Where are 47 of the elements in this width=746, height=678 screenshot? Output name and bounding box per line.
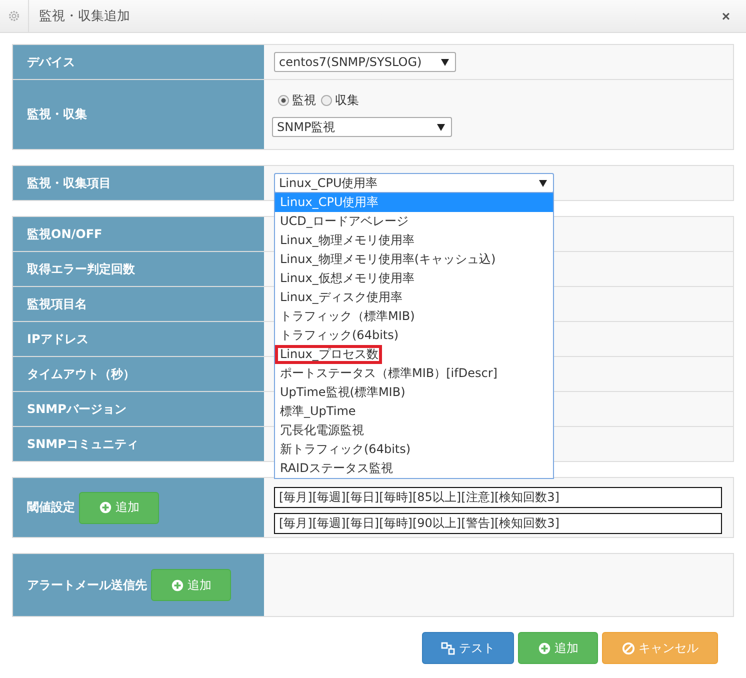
field-label: タイムアウト（秒） xyxy=(27,366,135,382)
field-label: アラートメール送信先 xyxy=(27,576,147,594)
dropdown-option[interactable]: Linux_物理メモリ使用率 xyxy=(275,231,553,250)
dropdown-option[interactable]: Linux_物理メモリ使用率(キャッシュ込) xyxy=(275,250,553,269)
caret-icon xyxy=(437,124,445,130)
radio-button[interactable] xyxy=(278,95,289,106)
caret-icon xyxy=(539,180,547,186)
dropdown-option[interactable]: Linux_プロセス数 xyxy=(275,345,382,364)
field-label: 監視・収集項目 xyxy=(27,174,111,192)
field-label: SNMPバージョン xyxy=(27,400,126,418)
field-label: 取得エラー判定回数 xyxy=(27,260,135,278)
radio-label: 収集 xyxy=(335,92,359,109)
field-label: 監視ON/OFF xyxy=(27,226,102,242)
device-select[interactable]: centos7(SNMP/SYSLOG) xyxy=(274,52,456,72)
window-title: 監視・収集追加 xyxy=(39,8,130,25)
dropdown-option[interactable]: 新トラフィック(64bits) xyxy=(275,440,553,459)
dropdown-option[interactable]: Linux_仮想メモリ使用率 xyxy=(275,269,553,288)
linked-squares-icon xyxy=(441,642,455,654)
radio-label: 監視 xyxy=(292,92,316,109)
field-label: IPアドレス xyxy=(27,330,88,348)
dropdown-option[interactable]: 標準_UpTime xyxy=(275,402,553,421)
plus-circle-icon xyxy=(538,642,550,654)
field-label: 監視・収集 xyxy=(27,106,87,123)
dropdown-option[interactable]: トラフィック(64bits) xyxy=(275,326,553,345)
type-select[interactable]: SNMP監視 xyxy=(272,117,452,137)
gear-icon xyxy=(8,10,20,22)
close-button[interactable]: × xyxy=(718,8,734,24)
dropdown-option[interactable]: RAIDステータス監視 xyxy=(275,459,553,478)
plus-circle-icon xyxy=(170,578,184,592)
dropdown-option[interactable]: UCD_ロードアベレージ xyxy=(275,212,553,231)
dropdown-option[interactable]: ポートステータス（標準MIB）[ifDescr] xyxy=(275,364,553,383)
radio-button[interactable] xyxy=(321,95,332,106)
plus-circle-icon xyxy=(98,501,112,514)
field-label: 閾値設定 xyxy=(27,499,75,516)
dropdown-option[interactable]: Linux_ディスク使用率 xyxy=(275,288,553,307)
dropdown-option[interactable]: 冗長化電源監視 xyxy=(275,421,553,440)
field-label: 監視項目名 xyxy=(27,296,87,312)
field-label: デバイス xyxy=(27,54,75,70)
dropdown-option[interactable]: UpTime監視(標準MIB) xyxy=(275,383,553,402)
caret-icon xyxy=(441,58,449,66)
threshold-entry[interactable]: [毎月][毎週][毎日][毎時][90以上][警告][検知回数3] xyxy=(274,513,722,534)
item-select[interactable]: Linux_CPU使用率 xyxy=(274,173,554,193)
ban-icon xyxy=(622,642,634,654)
field-label: SNMPコミュニティ xyxy=(27,436,138,452)
dropdown-option[interactable]: トラフィック（標準MIB) xyxy=(275,307,553,326)
threshold-entry[interactable]: [毎月][毎週][毎日][毎時][85以上][注意][検知回数3] xyxy=(274,487,722,508)
test-button[interactable]: テスト xyxy=(422,632,514,664)
